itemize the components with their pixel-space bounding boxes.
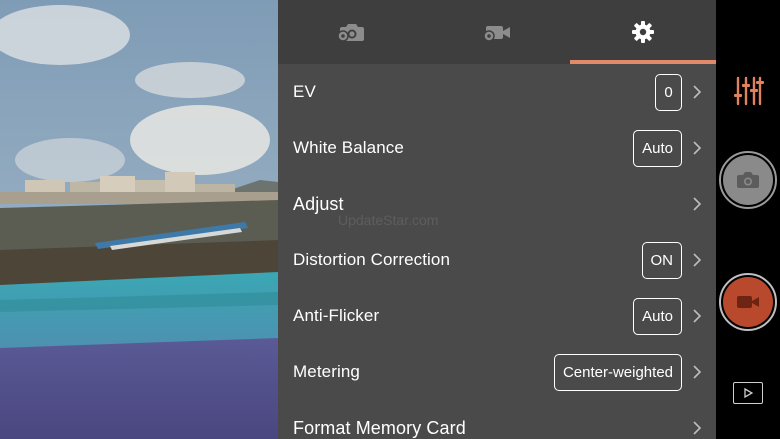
gear-icon [632,21,654,43]
setting-value-badge: Center-weighted [553,353,682,391]
setting-row-format-memory-card[interactable]: Format Memory Card [278,400,716,439]
setting-row-ev[interactable]: EV 0 [278,64,716,120]
setting-label: EV [293,82,316,101]
setting-label: Anti-Flicker [293,306,380,325]
camera-control-bar [716,0,780,439]
camera-gear-icon [337,24,364,42]
record-button[interactable] [719,273,777,331]
setting-value-badge: ON [641,241,682,279]
setting-label: Format Memory Card [293,417,466,438]
setting-row-anti-flicker[interactable]: Anti-Flicker Auto [278,288,716,344]
video-gear-icon [483,26,510,42]
chevron-right-icon [693,197,702,211]
record-button-face [723,277,773,327]
sliders-icon [734,76,764,106]
playback-button[interactable] [733,382,763,404]
setting-value-badge: 0 [655,73,682,111]
camera-preview [0,0,278,439]
tab-video-settings[interactable] [424,0,570,64]
setting-label: Adjust [293,193,344,214]
chevron-right-icon [693,253,702,267]
shutter-button-face [723,155,773,205]
camera-icon [737,172,759,188]
play-icon [744,388,753,398]
adjust-button[interactable] [732,74,764,108]
settings-tab-bar [278,0,716,64]
setting-label: Metering [293,362,360,381]
chevron-right-icon [693,141,702,155]
tab-photo-settings[interactable] [278,0,424,64]
setting-row-metering[interactable]: Metering Center-weighted [278,344,716,400]
chevron-right-icon [693,365,702,379]
setting-label: Distortion Correction [293,250,451,269]
setting-label: White Balance [293,138,404,157]
setting-value-badge: Auto [633,129,682,167]
setting-row-white-balance[interactable]: White Balance Auto [278,120,716,176]
chevron-right-icon [693,85,702,99]
video-camera-icon [737,296,759,308]
shutter-button[interactable] [719,151,777,209]
setting-row-distortion-correction[interactable]: Distortion Correction ON [278,232,716,288]
tab-general-settings[interactable] [570,0,716,64]
chevron-right-icon [693,309,702,323]
watermark: UpdateStar.com [338,212,439,228]
setting-value-badge: Auto [633,297,682,335]
chevron-right-icon [693,421,702,435]
